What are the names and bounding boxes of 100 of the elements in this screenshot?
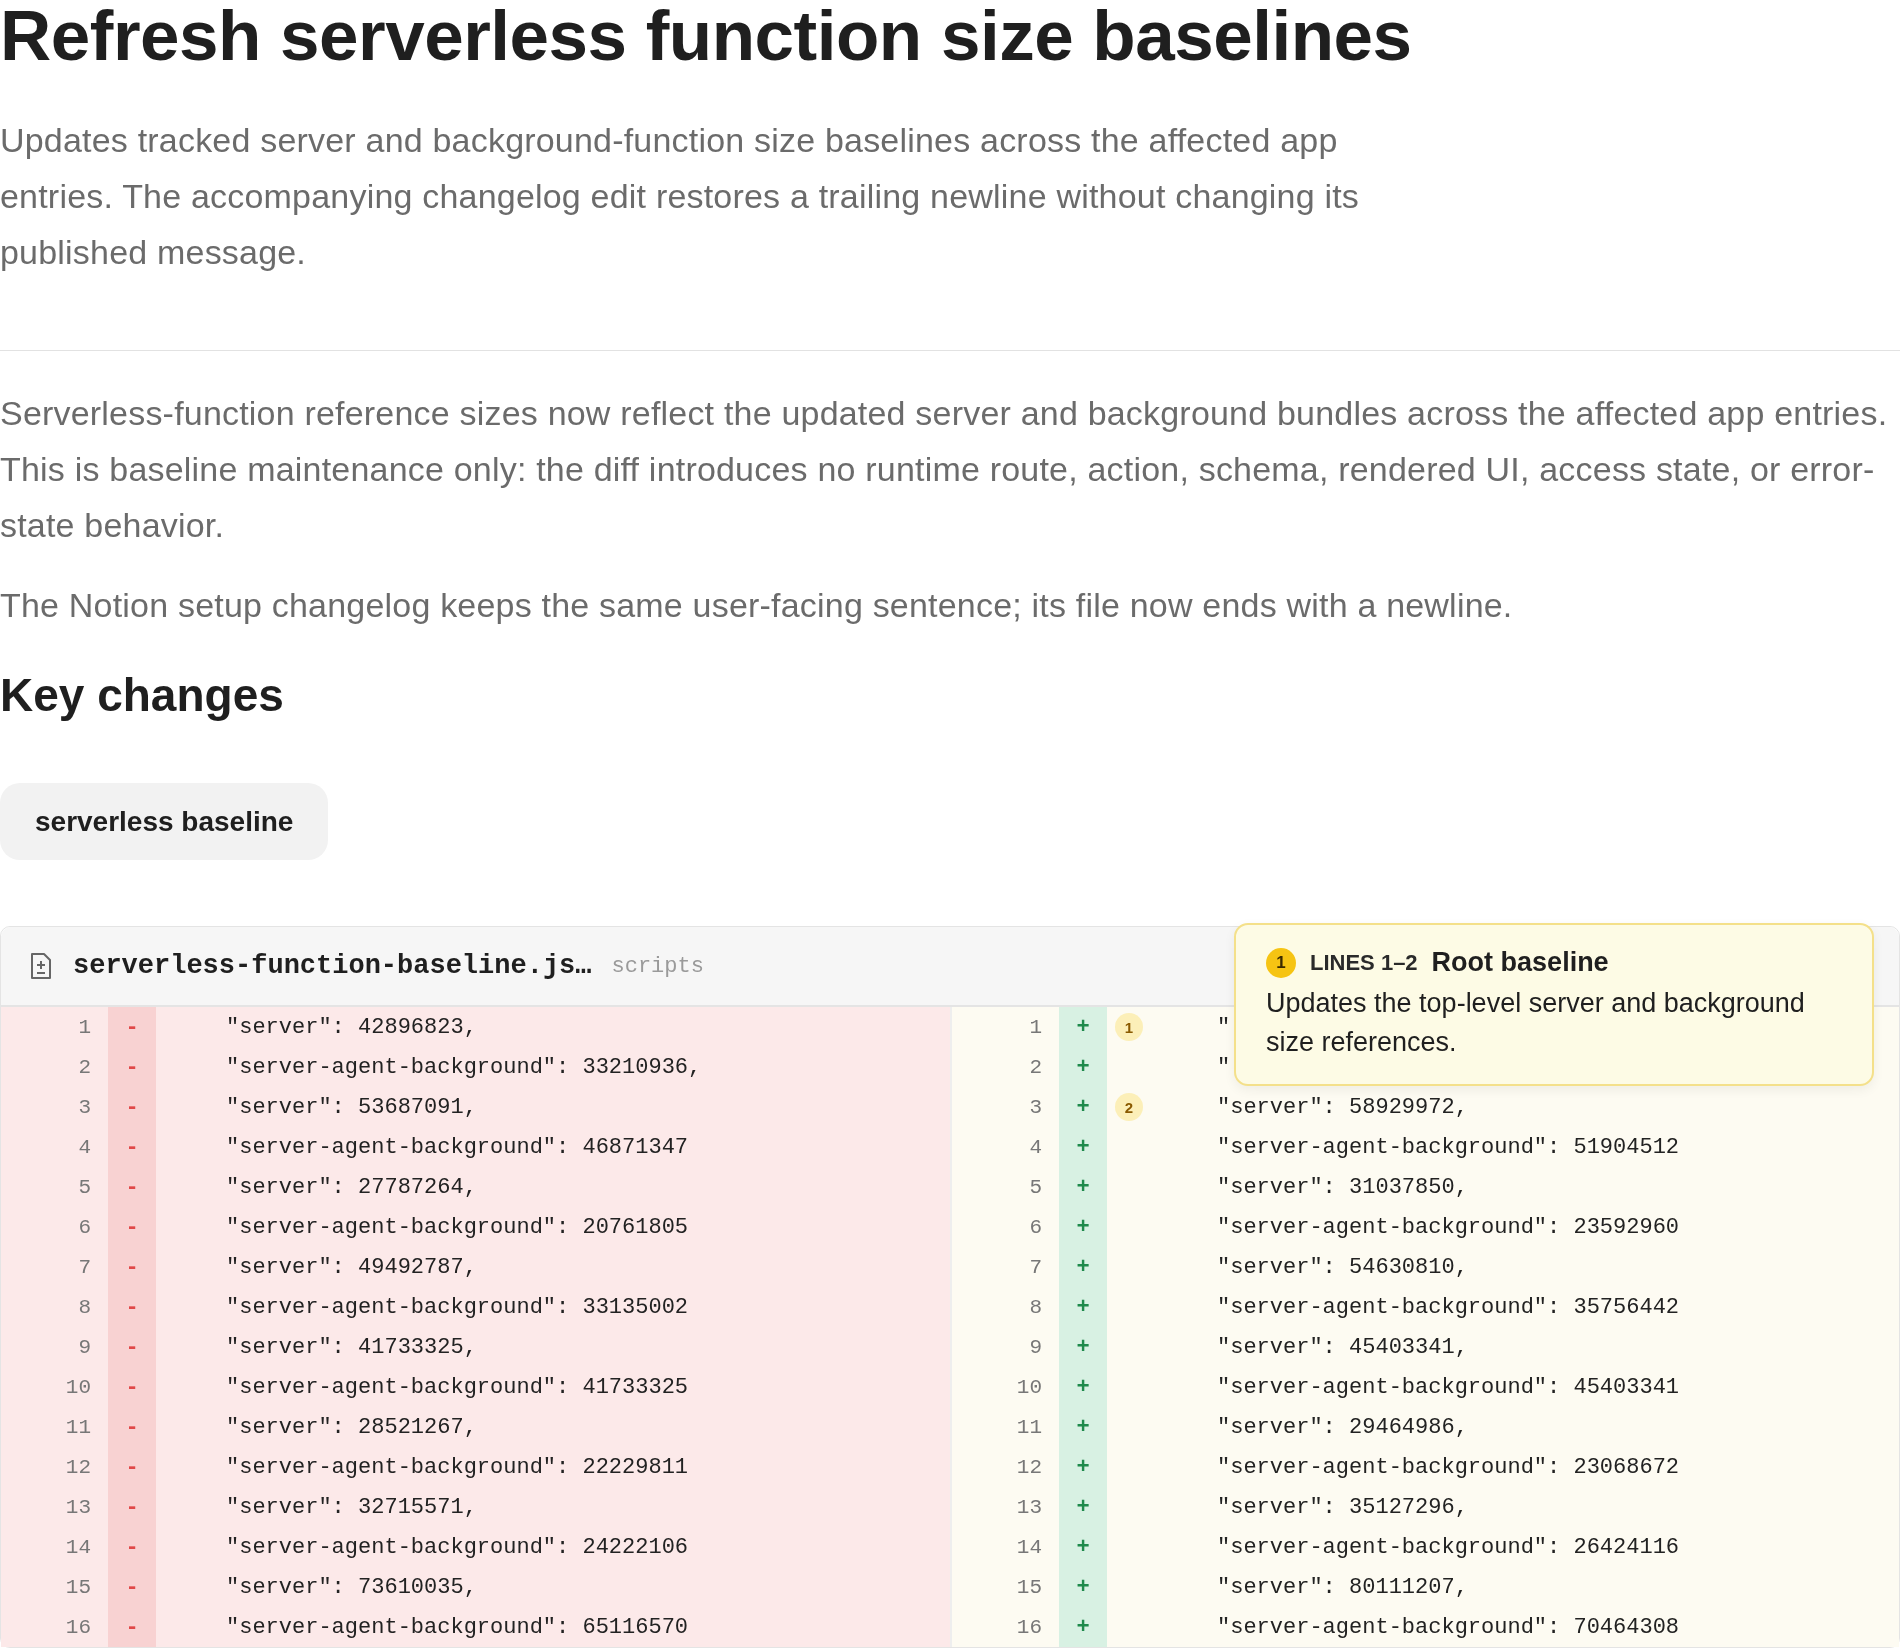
code-line: "server": 31037850,: [1217, 1174, 1468, 1200]
line-number: 7: [1028, 1255, 1043, 1279]
line-number: 6: [1028, 1215, 1043, 1239]
code-line: ": [1217, 1014, 1231, 1040]
line-number: 3: [77, 1095, 92, 1119]
line-number: 9: [1028, 1335, 1043, 1359]
line-number: 13: [64, 1495, 92, 1519]
code-line: "server": 54630810,: [1217, 1254, 1468, 1280]
code-line: "server": 45403341,: [1217, 1334, 1468, 1360]
added-marker: +: [1059, 1367, 1107, 1407]
line-number: 5: [1028, 1175, 1043, 1199]
annotation-text: Updates the top-level server and background size references.: [1266, 987, 1806, 1059]
code-line: "server-agent-background": 23068672: [1217, 1454, 1680, 1480]
added-marker: +: [1059, 1327, 1107, 1367]
line-number: 10: [64, 1375, 92, 1399]
removed-marker: -: [108, 1167, 156, 1207]
code-line: "server": 32715571,: [225, 1494, 477, 1520]
removed-marker: -: [108, 1447, 156, 1487]
code-line: "server-agent-background": 33135002: [225, 1294, 689, 1320]
code-line: "server-agent-background": 33210936,: [225, 1054, 702, 1080]
line-number: 14: [64, 1535, 92, 1559]
line-number: 15: [1015, 1575, 1043, 1599]
line-number: 2: [77, 1055, 92, 1079]
added-marker: +: [1059, 1047, 1107, 1087]
removed-marker: -: [108, 1367, 156, 1407]
file-path: scripts: [611, 953, 704, 979]
line-number: 8: [1028, 1295, 1043, 1319]
removed-marker: -: [108, 1567, 156, 1607]
removed-marker: -: [108, 1487, 156, 1527]
line-number: 14: [1015, 1535, 1043, 1559]
removed-marker: -: [108, 1207, 156, 1247]
annotation-badge[interactable]: 2: [1115, 1093, 1143, 1121]
line-number: 11: [1015, 1415, 1043, 1439]
code-line: ": [1217, 1054, 1231, 1080]
removed-marker: -: [108, 1127, 156, 1167]
change-tab[interactable]: serverless baseline: [0, 783, 329, 860]
page-title: Refresh serverless function size baselines: [0, 0, 1412, 77]
code-line: "server": 41733325,: [225, 1334, 477, 1360]
code-line: "server": 35127296,: [1217, 1494, 1468, 1520]
code-line: "server": 80111207,: [1217, 1574, 1468, 1600]
annotation-title: Root baseline: [1431, 947, 1609, 978]
removed-marker: -: [108, 1247, 156, 1287]
added-marker: +: [1059, 1087, 1107, 1127]
code-line: "server": 28521267,: [225, 1414, 477, 1440]
line-number: 2: [1028, 1055, 1043, 1079]
code-line: "server-agent-background": 35756442: [1217, 1294, 1680, 1320]
code-line: "server-agent-background": 41733325: [225, 1374, 689, 1400]
line-number: 12: [1015, 1455, 1043, 1479]
line-number: 4: [1028, 1135, 1043, 1159]
line-number: 13: [1015, 1495, 1043, 1519]
removed-marker: -: [108, 1327, 156, 1367]
code-line: "server": 73610035,: [225, 1574, 477, 1600]
line-number: 16: [64, 1615, 92, 1639]
annotation-badge[interactable]: 1: [1115, 1013, 1143, 1041]
code-line: "server-agent-background": 46871347: [225, 1134, 689, 1160]
code-line: "server-agent-background": 23592960: [1217, 1214, 1680, 1240]
code-line: "server": 58929972,: [1217, 1094, 1468, 1120]
line-number: 4: [77, 1135, 92, 1159]
line-number: 8: [77, 1295, 92, 1319]
code-line: "server-agent-background": 51904512: [1217, 1134, 1680, 1160]
added-marker: +: [1059, 1127, 1107, 1167]
line-number: 12: [64, 1455, 92, 1479]
line-number: 16: [1015, 1615, 1043, 1639]
code-line: "server-agent-background": 24222106: [225, 1534, 689, 1560]
added-marker: +: [1059, 1207, 1107, 1247]
added-marker: +: [1059, 1447, 1107, 1487]
added-marker: +: [1059, 1167, 1107, 1207]
added-marker: +: [1059, 1567, 1107, 1607]
removed-marker: -: [108, 1047, 156, 1087]
line-number: 15: [64, 1575, 92, 1599]
added-marker: +: [1059, 1247, 1107, 1287]
code-line: "server": 53687091,: [225, 1094, 477, 1120]
file-name: serverless-function-baseline.js…: [73, 951, 592, 981]
code-line: "server-agent-background": 20761805: [225, 1214, 689, 1240]
code-line: "server-agent-background": 45403341: [1217, 1374, 1680, 1400]
removed-marker: -: [108, 1407, 156, 1447]
line-number: 10: [1015, 1375, 1043, 1399]
line-number: 7: [77, 1255, 92, 1279]
summary-text: Updates tracked server and background-function size baselines across the affected app entries. The accompanying changelog edit restores a trailing newline without changing its published message.: [0, 120, 1360, 273]
code-line: "server-agent-background": 22229811: [225, 1454, 689, 1480]
line-number: 5: [77, 1175, 92, 1199]
line-number: 9: [77, 1335, 92, 1359]
removed-marker: -: [108, 1007, 156, 1047]
code-line: "server-agent-background": 65116570: [225, 1614, 689, 1640]
file-diff-icon: [29, 952, 53, 980]
line-number: 3: [1028, 1095, 1043, 1119]
line-number: 1: [77, 1015, 92, 1039]
added-marker: +: [1059, 1407, 1107, 1447]
code-line: "server-agent-background": 70464308: [1217, 1614, 1680, 1640]
line-number: 1: [1028, 1015, 1043, 1039]
section-heading: Key changes: [0, 668, 284, 723]
code-line: "server": 29464986,: [1217, 1414, 1468, 1440]
removed-marker: -: [108, 1087, 156, 1127]
added-marker: +: [1059, 1287, 1107, 1327]
code-line: "server": 27787264,: [225, 1174, 477, 1200]
added-marker: +: [1059, 1607, 1107, 1647]
added-marker: +: [1059, 1527, 1107, 1567]
line-range: LINES 1–2: [1310, 949, 1418, 976]
code-line: "server": 42896823,: [225, 1014, 477, 1040]
removed-marker: -: [108, 1287, 156, 1327]
